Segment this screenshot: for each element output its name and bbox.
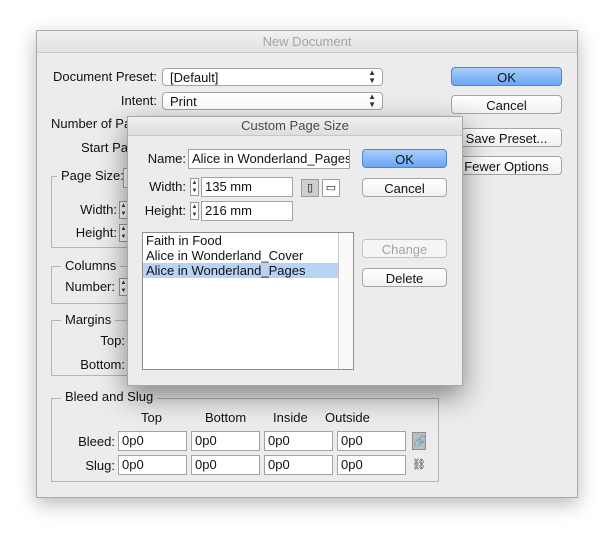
columns-group-title: Columns bbox=[61, 258, 121, 274]
up-down-arrows-icon: ▲ ▼ bbox=[368, 68, 376, 85]
height-label: Height: bbox=[75, 225, 117, 240]
document-preset-value: [Default] bbox=[170, 70, 219, 85]
slug-top-field[interactable]: 0p0 bbox=[118, 455, 187, 475]
height-field[interactable]: 216 mm bbox=[201, 201, 293, 221]
width-field[interactable]: 135 mm bbox=[201, 177, 293, 197]
width-label: Width: bbox=[149, 179, 186, 194]
list-item[interactable]: Faith in Food bbox=[143, 233, 353, 248]
bleed-bottom-field[interactable]: 0p0 bbox=[191, 431, 260, 451]
page-size-list[interactable]: Faith in Food Alice in Wonderland_Cover … bbox=[142, 232, 354, 370]
bleed-outside-field[interactable]: 0p0 bbox=[337, 431, 406, 451]
width-stepper[interactable]: ▲ ▼ bbox=[190, 178, 199, 196]
list-item[interactable]: Alice in Wonderland_Cover bbox=[143, 248, 353, 263]
bleed-inside-field[interactable]: 0p0 bbox=[264, 431, 333, 451]
intent-label: Intent: bbox=[120, 93, 157, 108]
slug-inside-field[interactable]: 0p0 bbox=[264, 455, 333, 475]
column-header-outside: Outside bbox=[325, 410, 370, 425]
height-label: Height: bbox=[144, 203, 186, 218]
intent-select[interactable]: Print ▲ ▼ bbox=[162, 92, 383, 110]
name-label: Name: bbox=[147, 151, 186, 166]
bleed-top-field[interactable]: 0p0 bbox=[118, 431, 187, 451]
document-preset-label: Document Preset: bbox=[52, 69, 157, 84]
column-header-bottom: Bottom bbox=[205, 410, 247, 425]
column-header-top: Top bbox=[141, 410, 162, 425]
cancel-button[interactable]: Cancel bbox=[451, 95, 562, 114]
custom-dialog-title: Custom Page Size bbox=[128, 117, 462, 136]
custom-page-size-dialog: Custom Page Size Name: Alice in Wonderla… bbox=[127, 116, 463, 386]
save-preset-button[interactable]: Save Preset... bbox=[451, 128, 562, 147]
top-label: Top: bbox=[100, 333, 125, 348]
start-page-label: Start Pa bbox=[81, 140, 128, 155]
number-label: Number: bbox=[65, 279, 115, 294]
dialog-title: New Document bbox=[37, 31, 577, 53]
landscape-orientation-icon[interactable]: ▭ bbox=[322, 179, 340, 197]
number-of-pages-label: Number of Pa bbox=[51, 116, 132, 131]
portrait-orientation-icon[interactable]: ▯ bbox=[301, 179, 319, 197]
document-preset-select[interactable]: [Default] ▲ ▼ bbox=[162, 68, 383, 86]
chain-link-icon[interactable]: 🔗 bbox=[412, 432, 427, 450]
slug-bottom-field[interactable]: 0p0 bbox=[191, 455, 260, 475]
intent-value: Print bbox=[170, 94, 197, 109]
broken-chain-link-icon[interactable]: ⛓ bbox=[412, 456, 426, 474]
custom-cancel-button[interactable]: Cancel bbox=[362, 178, 447, 197]
delete-button[interactable]: Delete bbox=[362, 268, 447, 287]
fewer-options-button[interactable]: Fewer Options bbox=[451, 156, 562, 175]
slug-outside-field[interactable]: 0p0 bbox=[337, 455, 406, 475]
bleed-label: Bleed: bbox=[78, 434, 115, 449]
margins-group-title: Margins bbox=[61, 312, 116, 328]
change-button[interactable]: Change bbox=[362, 239, 447, 258]
page-size-group-title: Page Size: bbox=[57, 168, 128, 184]
name-field[interactable]: Alice in Wonderland_Pages bbox=[188, 149, 350, 169]
height-stepper[interactable]: ▲ ▼ bbox=[190, 202, 199, 220]
slug-label: Slug: bbox=[85, 458, 115, 473]
up-down-arrows-icon: ▲ ▼ bbox=[368, 92, 376, 109]
width-label: Width: bbox=[80, 202, 117, 217]
list-scrollbar[interactable] bbox=[338, 233, 353, 369]
list-item-selected[interactable]: Alice in Wonderland_Pages bbox=[143, 263, 353, 278]
ok-button[interactable]: OK bbox=[451, 67, 562, 86]
column-header-inside: Inside bbox=[273, 410, 308, 425]
custom-ok-button[interactable]: OK bbox=[362, 149, 447, 168]
bottom-label: Bottom: bbox=[80, 357, 125, 372]
bleed-slug-group-title: Bleed and Slug bbox=[61, 389, 158, 405]
